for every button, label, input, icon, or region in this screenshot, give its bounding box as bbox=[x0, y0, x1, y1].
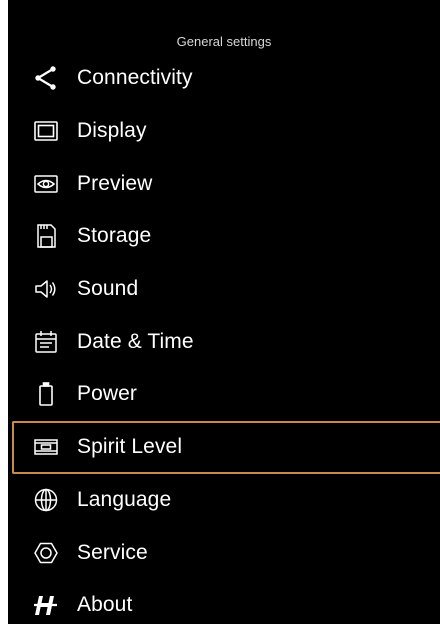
menu-item-label: Date & Time bbox=[77, 329, 194, 353]
battery-icon bbox=[33, 381, 59, 407]
menu-item-preview[interactable]: Preview bbox=[8, 157, 440, 210]
menu-item-display[interactable]: Display bbox=[8, 105, 440, 158]
page-title: General settings bbox=[176, 34, 272, 49]
menu-item-service[interactable]: Service bbox=[8, 526, 440, 579]
menu-item-language[interactable]: Language bbox=[8, 474, 440, 527]
eye-icon bbox=[33, 171, 59, 197]
menu-item-label: Language bbox=[77, 487, 172, 511]
menu-item-label: Preview bbox=[77, 171, 153, 195]
menu-item-power[interactable]: Power bbox=[8, 368, 440, 421]
spirit-level-icon bbox=[33, 434, 59, 460]
menu-item-label: Spirit Level bbox=[77, 435, 183, 459]
display-icon bbox=[33, 118, 59, 144]
menu-item-label: Service bbox=[77, 540, 148, 564]
sd-card-icon bbox=[33, 223, 59, 249]
menu-item-label: Connectivity bbox=[77, 66, 193, 90]
menu-item-label: Sound bbox=[77, 277, 139, 301]
menu-item-connectivity[interactable]: Connectivity bbox=[8, 52, 440, 105]
menu-item-sound[interactable]: Sound bbox=[8, 263, 440, 316]
settings-screen: General settings Connectivity Display Pr… bbox=[8, 0, 440, 624]
menu-item-date-time[interactable]: Date & Time bbox=[8, 315, 440, 368]
menu-item-label: Display bbox=[77, 119, 147, 143]
globe-icon bbox=[33, 487, 59, 513]
menu-item-label: Storage bbox=[77, 224, 152, 248]
menu-item-storage[interactable]: Storage bbox=[8, 210, 440, 263]
menu-item-spirit-level[interactable]: Spirit Level bbox=[12, 420, 440, 474]
h-logo-icon bbox=[33, 592, 59, 618]
calendar-icon bbox=[33, 329, 59, 355]
menu-item-label: Power bbox=[77, 382, 138, 406]
settings-menu: Connectivity Display Preview Storage Sou… bbox=[8, 52, 440, 632]
menu-item-label: About bbox=[77, 593, 133, 617]
share-icon bbox=[33, 65, 59, 91]
hexagon-icon bbox=[33, 540, 59, 566]
speaker-icon bbox=[33, 276, 59, 302]
